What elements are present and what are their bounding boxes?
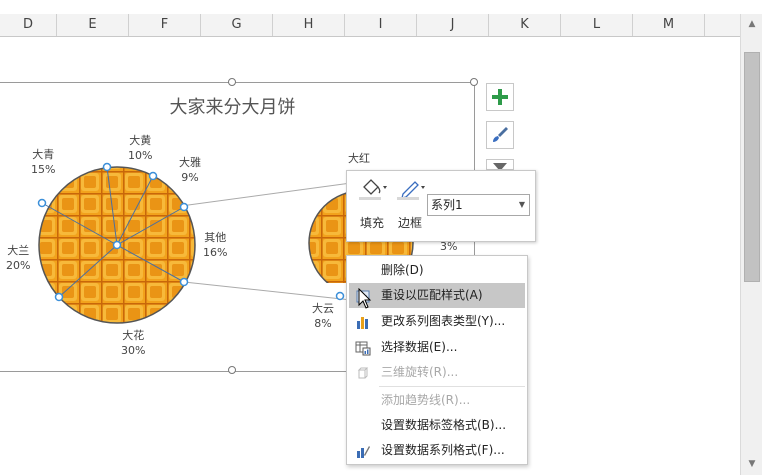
- chart-styles-button[interactable]: [486, 121, 514, 149]
- top-strip: [0, 0, 762, 15]
- chart-resize-handle-top-right[interactable]: [470, 78, 478, 86]
- data-label-dayun[interactable]: 大云 8%: [312, 301, 334, 331]
- chart-resize-handle-bottom[interactable]: [228, 366, 236, 374]
- menu-separator: [379, 386, 525, 387]
- menu-item-reset-style[interactable]: 重设以匹配样式(A): [349, 283, 525, 308]
- menu-item-add-trendline[interactable]: 添加趋势线(R)...: [349, 388, 525, 413]
- chart-filters-button[interactable]: [486, 159, 514, 170]
- menu-item-3d-rotation[interactable]: 三维旋转(R)...: [349, 360, 525, 385]
- data-label-dalan[interactable]: 大兰 20%: [6, 243, 30, 273]
- format-mini-toolbar: 填充 边框 系列1 ▼: [346, 170, 536, 242]
- col-header-i[interactable]: I: [345, 14, 417, 36]
- border-button[interactable]: 边框: [393, 177, 427, 233]
- col-header-k[interactable]: K: [489, 14, 561, 36]
- menu-item-label: 设置数据系列格式(F)...: [381, 443, 505, 457]
- cube-icon: [355, 365, 371, 381]
- context-menu: 删除(D) 重设以匹配样式(A) 更改系列图表类型(Y)... 选择数据(E).…: [346, 255, 528, 465]
- data-label-daqing[interactable]: 大青 15%: [31, 147, 55, 177]
- col-header-f[interactable]: F: [129, 14, 201, 36]
- chart-resize-handle-top[interactable]: [228, 78, 236, 86]
- fill-button[interactable]: 填充: [355, 177, 389, 233]
- col-header-overflow: [705, 14, 740, 36]
- format-series-icon: [355, 443, 371, 459]
- connector-line-bottom: [183, 281, 352, 301]
- vertical-scrollbar[interactable]: ▲ ▼: [740, 14, 762, 475]
- col-header-g[interactable]: G: [201, 14, 273, 36]
- menu-item-format-data-labels[interactable]: 设置数据标签格式(B)...: [349, 413, 525, 438]
- menu-item-label: 删除(D): [381, 263, 424, 277]
- menu-item-label: 添加趋势线(R)...: [381, 393, 471, 407]
- menu-item-change-chart-type[interactable]: 更改系列图表类型(Y)...: [349, 309, 525, 334]
- col-header-j[interactable]: J: [417, 14, 489, 36]
- col-header-e[interactable]: E: [57, 14, 129, 36]
- scroll-down-icon[interactable]: ▼: [746, 458, 758, 470]
- brush-icon: [493, 127, 508, 142]
- data-label-dahuang[interactable]: 大黄 10%: [128, 133, 152, 163]
- menu-item-label: 更改系列图表类型(Y)...: [381, 314, 506, 328]
- data-label-daya[interactable]: 大雅 9%: [179, 155, 201, 185]
- menu-item-label: 三维旋转(R)...: [381, 365, 459, 379]
- bar-chart-icon: [355, 314, 371, 330]
- chevron-down-icon: ▼: [518, 200, 525, 209]
- menu-item-select-data[interactable]: 选择数据(E)...: [349, 335, 525, 360]
- menu-item-label: 重设以匹配样式(A): [381, 288, 483, 302]
- menu-item-label: 设置数据标签格式(B)...: [381, 418, 507, 432]
- scroll-thumb[interactable]: [744, 52, 760, 282]
- col-header-l[interactable]: L: [561, 14, 633, 36]
- data-label-qita[interactable]: 其他 16%: [203, 230, 227, 260]
- plus-icon: [492, 89, 508, 105]
- data-label-dahong[interactable]: 大红: [348, 151, 370, 166]
- menu-item-label: 选择数据(E)...: [381, 340, 458, 354]
- series-select-value: 系列1: [431, 198, 463, 212]
- data-label-dahua[interactable]: 大花 30%: [121, 328, 145, 358]
- col-header-h[interactable]: H: [273, 14, 345, 36]
- col-header-m[interactable]: M: [633, 14, 705, 36]
- series-select[interactable]: 系列1 ▼: [427, 194, 530, 216]
- connector-line-top: [180, 182, 352, 207]
- chart-elements-button[interactable]: [486, 83, 514, 111]
- col-header-d[interactable]: D: [0, 14, 57, 36]
- filter-icon: [493, 163, 507, 169]
- menu-item-format-data-series[interactable]: 设置数据系列格式(F)...: [349, 438, 525, 463]
- scroll-up-icon[interactable]: ▲: [746, 18, 758, 30]
- select-data-icon: [355, 340, 371, 356]
- column-header: D E F G H I J K L M: [0, 14, 740, 37]
- paint-bucket-icon: [359, 179, 387, 200]
- fill-label: 填充: [359, 216, 384, 230]
- mouse-cursor-icon: [358, 288, 372, 309]
- border-label: 边框: [397, 216, 422, 230]
- menu-item-delete[interactable]: 删除(D): [349, 258, 525, 283]
- pencil-icon: [397, 181, 425, 200]
